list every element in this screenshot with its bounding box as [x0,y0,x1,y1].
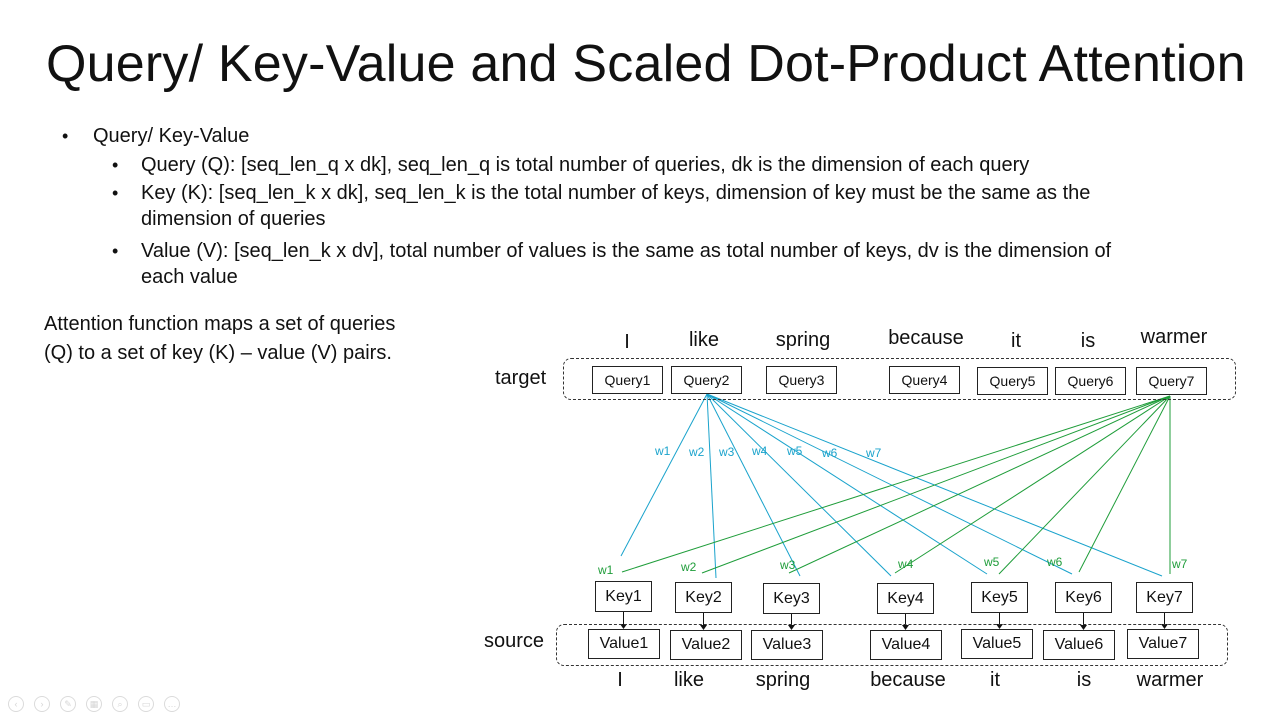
value-box: Value4 [870,630,942,660]
query7-link-5 [998,395,1171,575]
query-box: Query6 [1055,367,1126,395]
source-word: I [617,669,623,691]
query2-weight-label: w1 [655,444,671,458]
query2-weight-label: w7 [866,446,882,460]
query7-link-3 [788,395,1171,574]
more-options-icon[interactable]: … [164,696,180,712]
key-box: Key1 [595,581,652,612]
query7-weight-label: w4 [898,557,914,571]
query7-link-1 [621,395,1171,573]
pen-icon[interactable]: ✎ [60,696,76,712]
value-box: Value2 [670,630,742,660]
key-box: Key3 [763,583,820,614]
query2-link-4 [706,393,892,577]
key-box: Key4 [877,583,934,614]
query2-link-3 [706,393,801,577]
value-box: Value7 [1127,629,1199,659]
query-box: Query2 [671,366,742,394]
source-word: because [870,669,946,691]
query7-weight-label: w6 [1047,555,1063,569]
query2-weight-label: w3 [719,445,735,459]
query2-weight-label: w2 [689,445,705,459]
query7-weight-label: w2 [681,560,697,574]
source-word: like [673,669,705,691]
query2-weight-label: w5 [787,444,803,458]
source-word: it [990,669,1000,691]
target-label: target [495,367,547,389]
previous-slide-icon[interactable]: ‹ [8,696,24,712]
slides-icon[interactable]: ▦ [86,696,102,712]
value-box: Value3 [751,630,823,660]
key-box: Key5 [971,582,1028,613]
target-word: I [624,331,630,353]
query2-link-1 [620,393,708,557]
target-word: warmer [1140,326,1208,348]
query-box: Query4 [889,366,960,394]
query-box: Query1 [592,366,663,394]
key-box: Key7 [1136,582,1193,613]
target-word: is [1080,330,1096,352]
source-word: warmer [1136,669,1204,691]
value-box: Value5 [961,629,1033,659]
query2-weight-label: w4 [752,444,768,458]
query2-link-2 [706,393,717,579]
source-label: source [484,630,545,652]
query2-weight-label: w6 [822,446,838,460]
target-word: like [688,329,720,351]
zoom-icon[interactable]: ⌕ [112,696,128,712]
value-box: Value1 [588,629,660,659]
key-box: Key6 [1055,582,1112,613]
source-word: spring [755,669,811,691]
next-slide-icon[interactable]: › [34,696,50,712]
target-word: it [1011,330,1021,352]
target-word: because [888,327,964,349]
query7-weight-label: w3 [780,558,796,572]
slideshow-toolbar: ‹ › ✎ ▦ ⌕ ▭ … [8,696,180,712]
query7-link-6 [1078,395,1171,573]
query7-weight-label: w5 [984,555,1000,569]
subtitles-icon[interactable]: ▭ [138,696,154,712]
target-word: spring [775,329,831,351]
query7-weight-label: w1 [598,563,614,577]
value-box: Value6 [1043,630,1115,660]
query2-link-5 [706,393,988,575]
query-box: Query5 [977,367,1048,395]
key-box: Key2 [675,582,732,613]
source-word: is [1076,669,1092,691]
query-box: Query3 [766,366,837,394]
query-box: Query7 [1136,367,1207,395]
query2-link-6 [706,393,1073,575]
query7-weight-label: w7 [1172,557,1188,571]
